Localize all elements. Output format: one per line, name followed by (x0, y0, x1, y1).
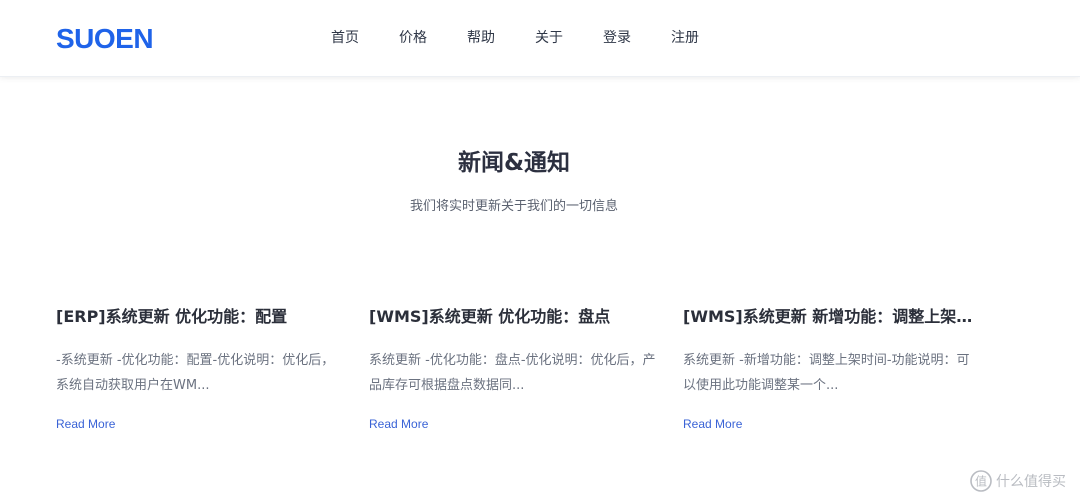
zhi-icon: 值 (970, 470, 992, 492)
nav-about[interactable]: 关于 (535, 28, 563, 48)
news-card-excerpt: -系统更新 -优化功能：配置-优化说明：优化后，系统自动获取用户在WM... (56, 353, 335, 393)
read-more-link[interactable]: Read More (683, 416, 742, 432)
news-card-title[interactable]: [WMS]系统更新 新增功能：调整上架... (683, 305, 973, 329)
news-card-title[interactable]: [ERP]系统更新 优化功能：配置 (56, 305, 346, 329)
main-nav: 首页 价格 帮助 关于 登录 注册 (331, 28, 739, 48)
news-card-excerpt: 系统更新 -新增功能：调整上架时间-功能说明：可以使用此功能调整某一个... (683, 353, 970, 393)
nav-register[interactable]: 注册 (671, 28, 699, 48)
news-section-title: 新闻&通知 (457, 150, 571, 176)
svg-text:值: 值 (975, 474, 987, 489)
read-more-link[interactable]: Read More (56, 416, 115, 432)
nav-help[interactable]: 帮助 (467, 28, 495, 48)
top-header: SUOEN 首页 价格 帮助 关于 登录 注册 (0, 0, 1080, 77)
news-card: [WMS]系统更新 新增功能：调整上架... 系统更新 -新增功能：调整上架时间… (683, 305, 973, 432)
nav-pricing[interactable]: 价格 (399, 28, 427, 48)
news-card: [WMS]系统更新 优化功能：盘点 系统更新 -优化功能：盘点-优化说明：优化后… (369, 305, 659, 432)
nav-login[interactable]: 登录 (603, 28, 631, 48)
news-card-excerpt: 系统更新 -优化功能：盘点-优化说明：优化后，产品库存可根据盘点数据同... (369, 353, 656, 393)
watermark-text: 什么值得买 (996, 474, 1066, 490)
watermark: 值 什么值得买 (970, 470, 1066, 492)
news-card-title[interactable]: [WMS]系统更新 优化功能：盘点 (369, 305, 659, 329)
news-card: [ERP]系统更新 优化功能：配置 -系统更新 -优化功能：配置-优化说明：优化… (56, 305, 346, 432)
news-section-subtitle: 我们将实时更新关于我们的一切信息 (409, 199, 618, 214)
read-more-link[interactable]: Read More (369, 416, 428, 432)
nav-home[interactable]: 首页 (331, 28, 359, 48)
brand-logo[interactable]: SUOEN (56, 22, 154, 56)
